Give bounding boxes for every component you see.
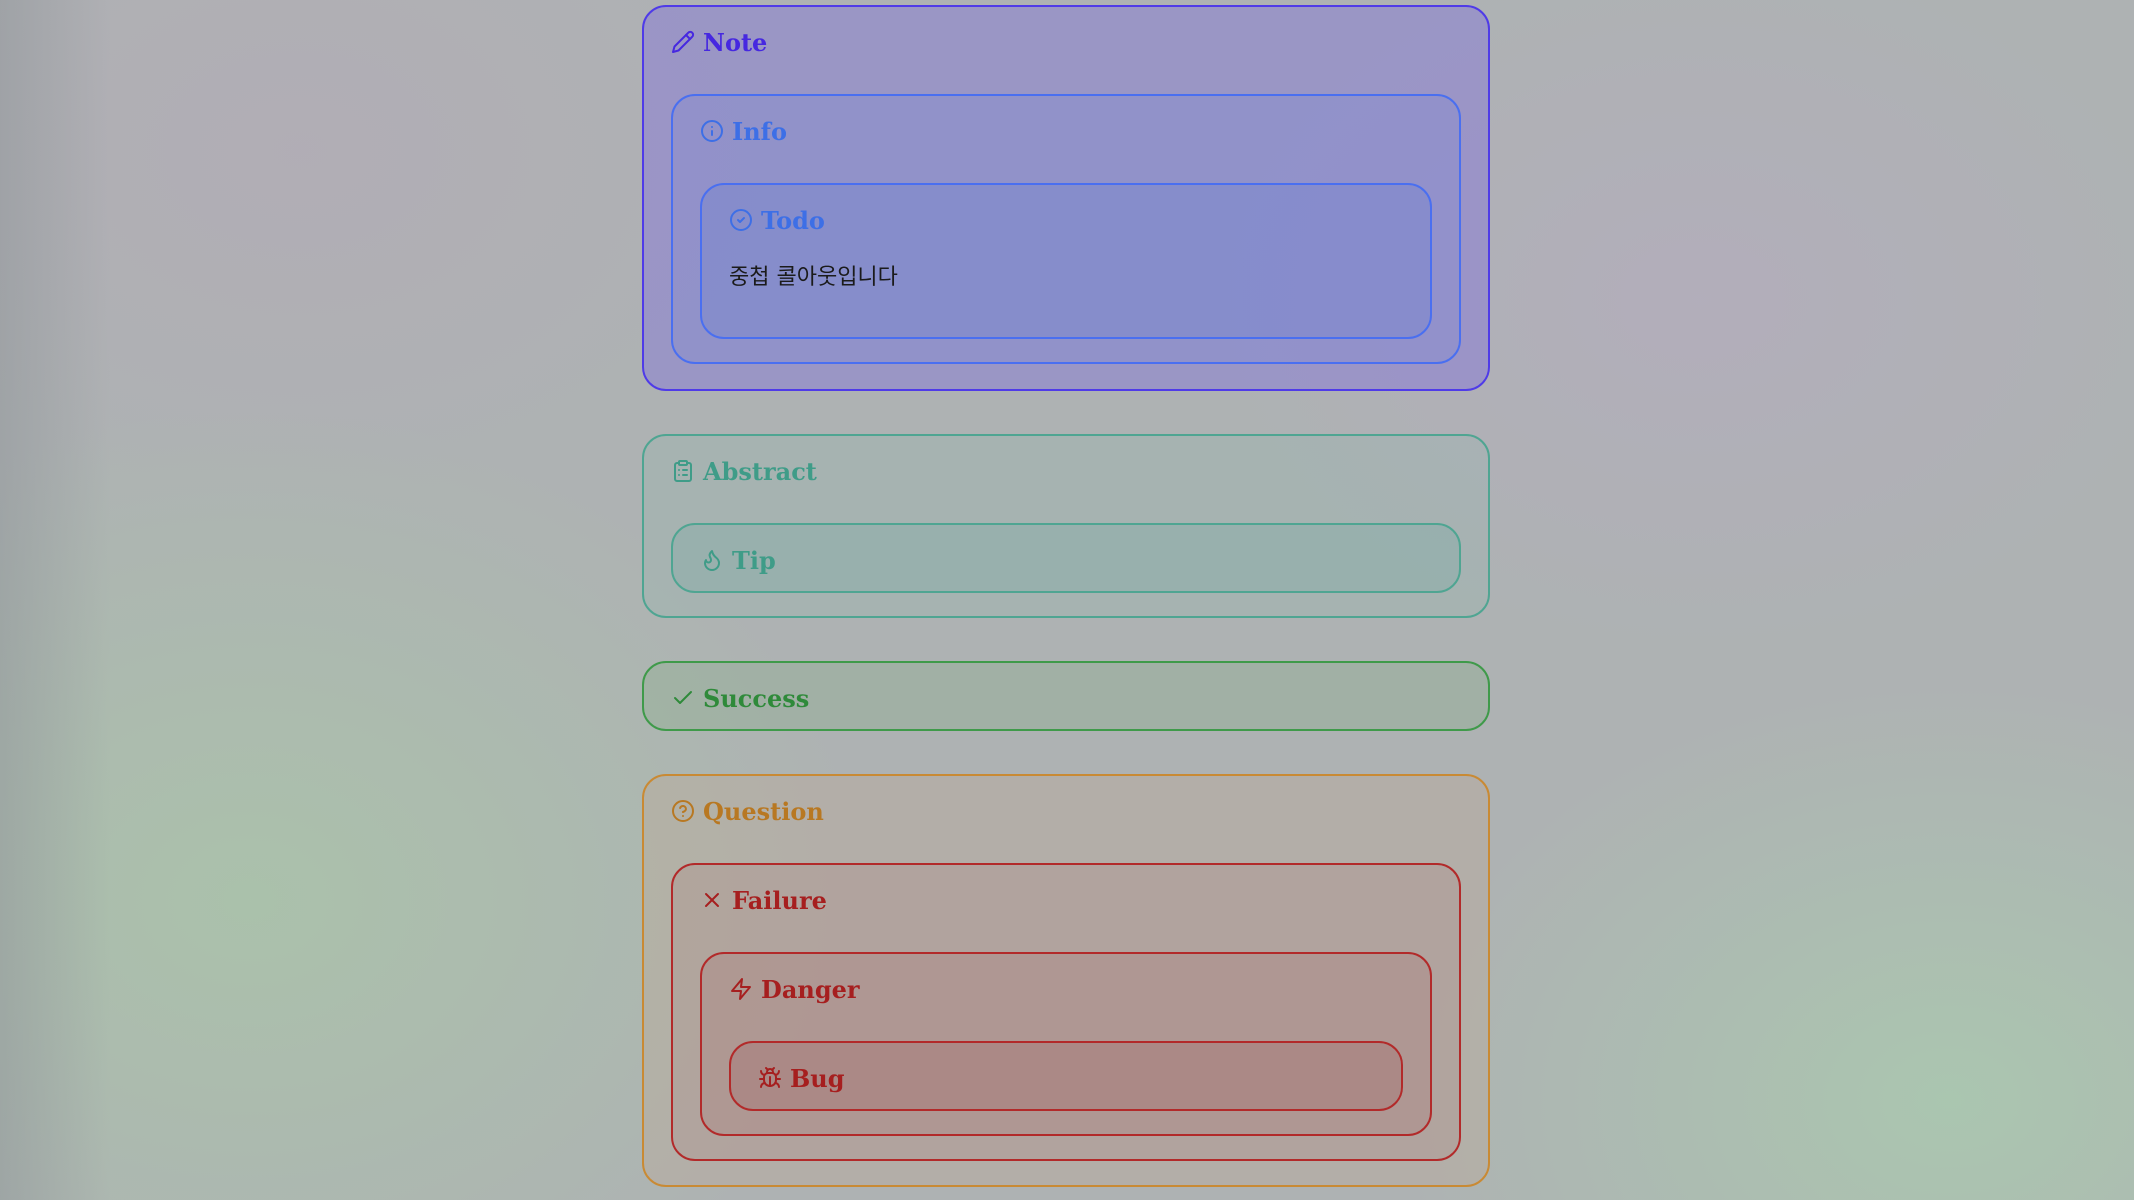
callout-abstract-title[interactable]: Abstract <box>671 454 1461 488</box>
callout-success: Success <box>642 661 1490 731</box>
callout-failure-title[interactable]: Failure <box>700 883 1432 917</box>
callout-note: Note Info Todo 중첩 콜아웃입니다 <box>642 5 1490 391</box>
callout-column: Note Info Todo 중첩 콜아웃입니다 Abstract Tip Su… <box>642 5 1490 1187</box>
callout-note-title[interactable]: Note <box>671 25 1461 59</box>
callout-success-title[interactable]: Success <box>671 681 1461 715</box>
callout-tip-title[interactable]: Tip <box>700 543 1432 577</box>
callout-tip: Tip <box>671 523 1461 593</box>
bug-icon <box>758 1066 782 1090</box>
callout-bug: Bug <box>729 1041 1403 1111</box>
check-circle-icon <box>729 208 753 232</box>
callout-info-label: Info <box>732 116 788 146</box>
callout-info: Info Todo 중첩 콜아웃입니다 <box>671 94 1461 364</box>
clipboard-icon <box>671 459 695 483</box>
callout-abstract: Abstract Tip <box>642 434 1490 618</box>
flame-icon <box>700 548 724 572</box>
callout-info-title[interactable]: Info <box>700 114 1432 148</box>
callout-todo-content: 중첩 콜아웃입니다 <box>729 265 898 290</box>
callout-todo-label: Todo <box>761 205 825 235</box>
callout-abstract-label: Abstract <box>703 456 817 486</box>
callout-todo-title[interactable]: Todo <box>729 203 1403 237</box>
callout-question: Question Failure Danger Bug <box>642 774 1490 1187</box>
callout-bug-title[interactable]: Bug <box>758 1061 1374 1095</box>
background-shade <box>0 0 110 1200</box>
callout-danger-label: Danger <box>761 974 860 1004</box>
callout-note-label: Note <box>703 27 768 57</box>
help-circle-icon <box>671 799 695 823</box>
callout-failure-label: Failure <box>732 885 827 915</box>
x-icon <box>700 888 724 912</box>
callout-question-label: Question <box>703 796 824 826</box>
callout-bug-label: Bug <box>790 1063 845 1093</box>
check-icon <box>671 686 695 710</box>
zap-icon <box>729 977 753 1001</box>
callout-todo: Todo 중첩 콜아웃입니다 <box>700 183 1432 339</box>
callout-danger-title[interactable]: Danger <box>729 972 1403 1006</box>
info-icon <box>700 119 724 143</box>
callout-success-label: Success <box>703 683 810 713</box>
callout-failure: Failure Danger Bug <box>671 863 1461 1161</box>
pencil-icon <box>671 30 695 54</box>
callout-tip-label: Tip <box>732 545 776 575</box>
callout-question-title[interactable]: Question <box>671 794 1461 828</box>
callout-danger: Danger Bug <box>700 952 1432 1136</box>
